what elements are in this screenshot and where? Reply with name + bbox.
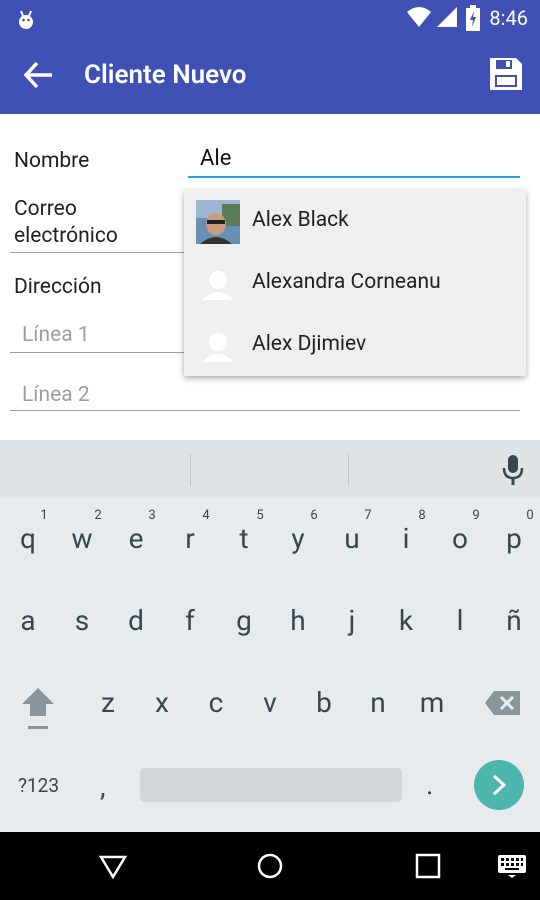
key-hint: 4 (202, 508, 210, 523)
enter-key[interactable] (474, 760, 524, 810)
default-person-avatar (202, 333, 234, 362)
signal-icon (437, 7, 457, 27)
floppy-disk-icon[interactable] (488, 56, 524, 92)
recents-square-icon[interactable] (415, 853, 441, 879)
key-g[interactable]: g (217, 604, 271, 637)
system-nav-bar (0, 832, 540, 900)
key-hint: 8 (418, 508, 426, 523)
key-n-tilde[interactable]: ñ (487, 604, 540, 637)
address-line1-field[interactable]: Línea 1 (22, 323, 90, 347)
default-person-avatar (202, 271, 234, 300)
key-m[interactable]: m (405, 686, 459, 719)
key-w[interactable]: w (55, 522, 109, 555)
key-j[interactable]: j (325, 604, 379, 637)
clock: 8:46 (489, 6, 528, 30)
key-d[interactable]: d (109, 604, 163, 637)
autocomplete-item-name: Alex Black (252, 208, 349, 232)
divider (348, 454, 349, 486)
address-label: Dirección (14, 275, 102, 299)
key-y[interactable]: y (271, 522, 325, 555)
arrow-back-icon[interactable] (22, 60, 56, 90)
autocomplete-item[interactable]: Alex Djimiev (184, 314, 526, 376)
key-hint: 6 (310, 508, 318, 523)
back-triangle-icon[interactable] (98, 854, 128, 880)
key-b[interactable]: b (297, 686, 351, 719)
email-field-underline (10, 252, 186, 253)
autocomplete-dropdown: Alex Black Alexandra Corneanu Alex Djimi… (184, 190, 526, 376)
soft-keyboard: 1 2 3 4 5 6 7 8 9 0 q w e r t y u i o p … (0, 440, 540, 832)
chevron-right-icon (492, 774, 507, 796)
autocomplete-item-name: Alex Djimiev (252, 332, 367, 356)
name-input[interactable]: Ale (188, 134, 520, 178)
key-e[interactable]: e (109, 522, 163, 555)
autocomplete-item[interactable]: Alex Black (184, 190, 526, 252)
key-n[interactable]: n (351, 686, 405, 719)
app-bar: Cliente Nuevo (0, 36, 540, 114)
key-hint: 2 (94, 508, 102, 523)
key-r[interactable]: r (163, 522, 217, 555)
key-t[interactable]: t (217, 522, 271, 555)
key-hint: 9 (472, 508, 480, 523)
comma-key[interactable]: , (100, 770, 106, 803)
symbols-key[interactable]: ?123 (18, 774, 59, 797)
key-q[interactable]: q (1, 522, 55, 555)
key-v[interactable]: v (243, 686, 297, 719)
key-hint: 7 (364, 508, 372, 523)
key-l[interactable]: l (433, 604, 487, 637)
period-key[interactable]: . (426, 768, 433, 801)
key-u[interactable]: u (325, 522, 379, 555)
wifi-icon (407, 7, 431, 27)
key-z[interactable]: z (81, 686, 135, 719)
key-o[interactable]: o (433, 522, 487, 555)
key-s[interactable]: s (55, 604, 109, 637)
shift-arrow-icon[interactable] (20, 686, 56, 732)
key-c[interactable]: c (189, 686, 243, 719)
autocomplete-item-name: Alexandra Corneanu (252, 270, 441, 294)
battery-charging-icon (466, 5, 480, 31)
home-circle-icon[interactable] (256, 852, 284, 880)
email-label-line2: electrónico (14, 224, 118, 248)
key-k[interactable]: k (379, 604, 433, 637)
android-debug-icon (19, 10, 33, 29)
key-p[interactable]: p (487, 522, 540, 555)
key-i[interactable]: i (379, 522, 433, 555)
key-f[interactable]: f (163, 604, 217, 637)
keyboard-switch-icon[interactable] (497, 854, 527, 878)
status-bar: 8:46 (0, 0, 540, 36)
key-hint: 1 (40, 508, 48, 523)
key-hint: 5 (256, 508, 264, 523)
backspace-icon[interactable] (484, 690, 522, 716)
divider (190, 454, 191, 486)
address-line2-field[interactable]: Línea 2 (22, 383, 90, 407)
photo-avatar (196, 200, 240, 244)
page-title: Cliente Nuevo (84, 60, 247, 90)
key-hint: 3 (148, 508, 156, 523)
key-a[interactable]: a (1, 604, 55, 637)
microphone-icon[interactable] (502, 454, 524, 486)
name-input-value: Ale (200, 146, 232, 171)
key-x[interactable]: x (135, 686, 189, 719)
key-hint: 0 (526, 508, 534, 523)
address-line1-underline (10, 352, 184, 353)
email-label-line1: Correo (14, 197, 77, 221)
autocomplete-item[interactable]: Alexandra Corneanu (184, 252, 526, 314)
address-line2-underline (10, 410, 520, 411)
suggestion-strip (0, 440, 540, 498)
space-bar[interactable] (140, 768, 402, 802)
name-label: Nombre (14, 149, 90, 173)
key-h[interactable]: h (271, 604, 325, 637)
